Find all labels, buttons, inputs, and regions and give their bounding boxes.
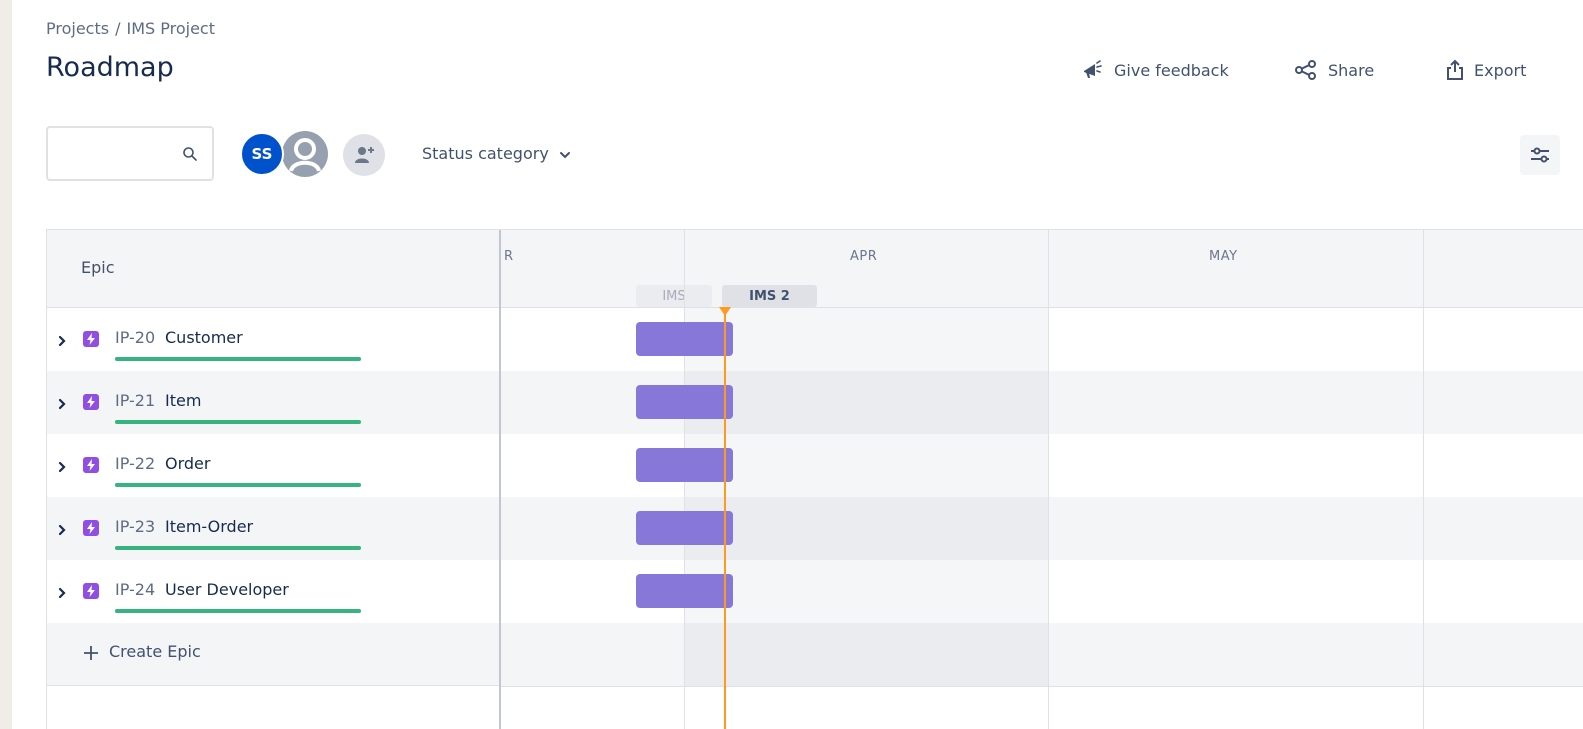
epic-progress-bar [115,357,361,361]
chevron-right-icon[interactable] [57,458,67,477]
epic-row[interactable]: IP-21 Item [47,371,499,434]
epic-lightning-icon [83,394,99,410]
current-month-band [684,308,1048,686]
today-line [724,312,726,729]
give-feedback-label: Give feedback [1114,60,1229,80]
epic-title[interactable]: Item [165,391,201,410]
epic-progress-fill [115,357,361,361]
export-button[interactable]: Export [1434,55,1558,85]
share-icon [1294,60,1318,80]
epic-list-panel: Epic IP-20 Customer IP-21 Item IP-22 Order IP-… [47,230,501,729]
month-divider-jun [1423,230,1424,729]
epic-title[interactable]: Customer [165,328,243,347]
breadcrumb-separator: / [115,19,121,38]
epic-progress-bar [115,420,361,424]
breadcrumb-projects-link[interactable]: Projects [46,19,109,38]
epic-key[interactable]: IP-23 [115,517,155,536]
give-feedback-button[interactable]: Give feedback [1070,55,1262,85]
chevron-down-icon [559,144,571,163]
epic-progress-bar [115,609,361,613]
month-label-prev: R [504,249,514,264]
epic-timeline-bar[interactable] [636,322,733,356]
epic-progress-fill [115,483,361,487]
search-icon [182,146,198,166]
epic-column-header: Epic [47,230,499,308]
avatar-ss[interactable]: SS [240,132,284,176]
epic-row[interactable]: IP-24 User Developer [47,560,499,623]
page-title: Roadmap [46,52,174,83]
chevron-right-icon[interactable] [57,521,67,540]
sprint-chip-ims-2[interactable]: IMS 2 [722,285,817,307]
status-category-filter[interactable]: Status category [422,144,571,163]
epic-title[interactable]: Item-Order [165,517,253,536]
epic-progress-bar [115,546,361,550]
roadmap-page: Projects / IMS Project Roadmap Give feed… [12,0,1583,729]
epic-progress-fill [115,546,361,550]
sprint-chip-ims[interactable]: IMS [636,285,712,307]
share-button[interactable]: Share [1282,55,1414,85]
epic-progress-fill [115,609,361,613]
view-settings-button[interactable] [1520,135,1560,175]
epic-key[interactable]: IP-20 [115,328,155,347]
epic-row[interactable]: IP-22 Order [47,434,499,497]
epic-lightning-icon [83,520,99,536]
epic-row[interactable]: IP-23 Item-Order [47,497,499,560]
create-epic-button[interactable]: Create Epic [47,623,499,686]
epic-title[interactable]: Order [165,454,210,473]
avatar-default-user[interactable] [282,131,328,177]
chevron-right-icon[interactable] [57,395,67,414]
timeline-header: R APR MAY IMS IMS 2 [501,230,1583,308]
timeline-panel: R APR MAY IMS IMS 2 [501,230,1583,729]
month-label-apr: APR [850,249,878,264]
epic-lightning-icon [83,583,99,599]
settings-sliders-icon [1531,147,1549,163]
month-divider-may [1048,230,1049,729]
roadmap-grid: Epic IP-20 Customer IP-21 Item IP-22 Order IP-… [46,229,1583,729]
epic-key[interactable]: IP-22 [115,454,155,473]
epic-timeline-bar[interactable] [636,574,733,608]
search-box [46,126,214,181]
epic-lightning-icon [83,331,99,347]
create-epic-label: Create Epic [109,642,201,661]
month-label-may: MAY [1209,249,1238,264]
plus-icon [83,645,99,665]
epic-lightning-icon [83,457,99,473]
epic-column-label: Epic [81,258,115,277]
add-people-button[interactable] [343,134,385,176]
epic-key[interactable]: IP-21 [115,391,155,410]
export-icon [1446,59,1464,81]
export-label: Export [1474,60,1527,80]
epic-timeline-bar[interactable] [636,448,733,482]
today-marker [719,307,731,316]
epic-title[interactable]: User Developer [165,580,289,599]
header-actions: Give feedback Share Export [1070,55,1558,85]
chevron-right-icon[interactable] [57,332,67,351]
breadcrumb: Projects / IMS Project [46,19,215,38]
share-label: Share [1328,60,1375,80]
chevron-right-icon[interactable] [57,584,67,603]
timeline-bottom-border [501,686,1583,687]
add-user-icon [355,147,374,163]
user-avatar-icon [282,131,328,177]
search-input[interactable] [56,128,180,180]
breadcrumb-project-link[interactable]: IMS Project [126,19,215,38]
epic-row[interactable]: IP-20 Customer [47,308,499,371]
megaphone-icon [1082,60,1104,80]
epic-timeline-bar[interactable] [636,511,733,545]
epic-progress-bar [115,483,361,487]
epic-progress-fill [115,420,361,424]
status-category-label: Status category [422,144,549,163]
epic-timeline-bar[interactable] [636,385,733,419]
epic-key[interactable]: IP-24 [115,580,155,599]
